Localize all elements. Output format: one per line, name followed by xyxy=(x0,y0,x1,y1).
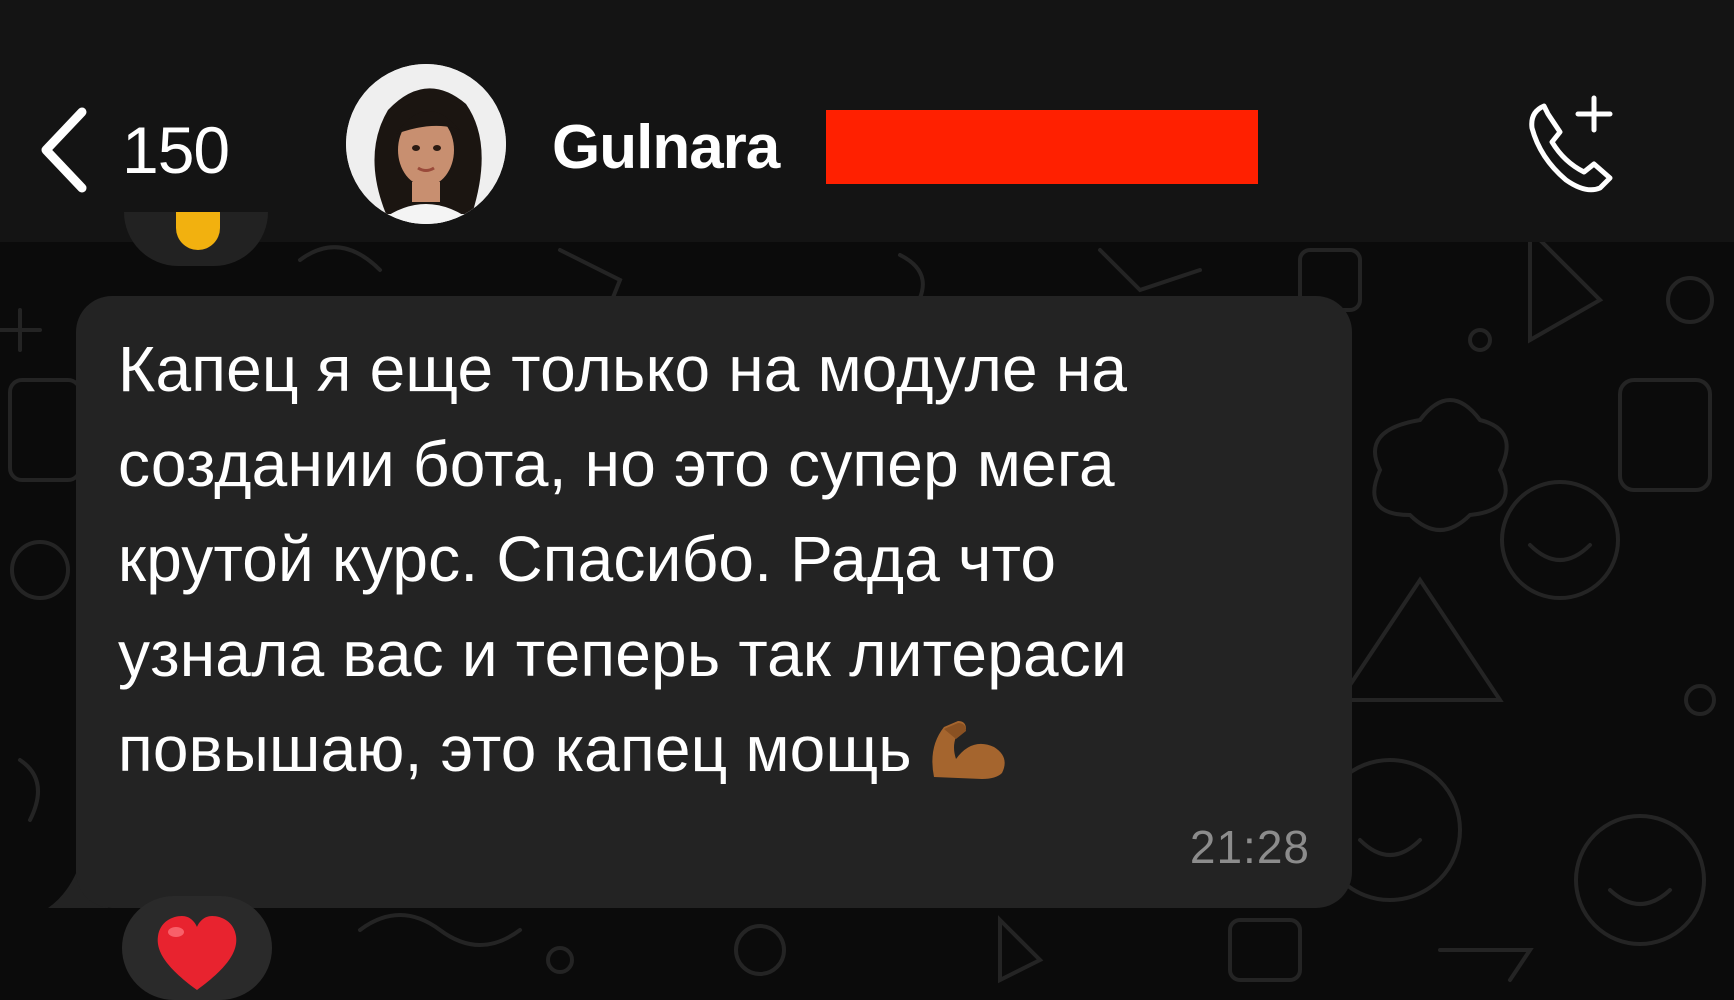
redaction-bar xyxy=(826,110,1258,184)
add-call-button[interactable] xyxy=(1518,92,1622,196)
contact-name[interactable]: Gulnara xyxy=(552,112,780,183)
emoji-icon xyxy=(176,212,220,250)
avatar-photo xyxy=(346,64,506,224)
avatar[interactable] xyxy=(346,64,506,224)
heart-reaction[interactable] xyxy=(122,896,272,1000)
message-last-line: повышаю, это капец мощь xyxy=(118,702,1338,797)
message-line: повышаю, это капец мощь xyxy=(118,713,912,785)
unread-count: 150 xyxy=(122,113,230,187)
flexed-biceps-icon xyxy=(932,721,1005,779)
back-button[interactable]: 150 xyxy=(36,100,276,200)
message-line: Капец я еще только на модуле на xyxy=(118,333,1128,405)
message-line: узнала вас и теперь так литераси xyxy=(118,618,1127,690)
message-line: создании бота, но это супер мега xyxy=(118,428,1115,500)
message-timestamp: 21:28 xyxy=(1189,821,1310,873)
message-line: крутой курс. Спасибо. Рада что xyxy=(118,523,1057,595)
chevron-left-icon xyxy=(41,107,87,193)
chat-header: 150 Gulnara xyxy=(0,0,1734,242)
message-bubble[interactable]: Капец я еще только на модуле на создании… xyxy=(76,296,1352,908)
red-heart-icon xyxy=(157,916,237,990)
add-call-icon xyxy=(1529,95,1613,193)
message-text: Капец я еще только на модуле на создании… xyxy=(118,322,1338,797)
